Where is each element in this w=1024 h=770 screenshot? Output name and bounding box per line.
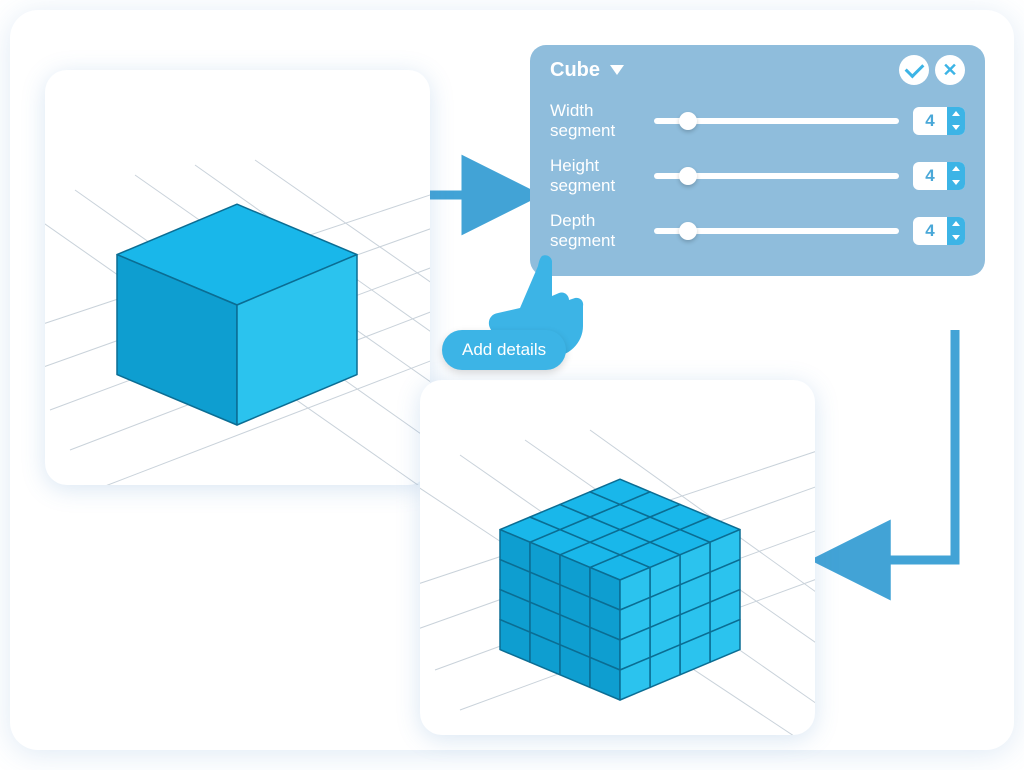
close-button[interactable] [935,55,965,85]
slider-thumb[interactable] [679,222,697,240]
param-stepper[interactable] [947,162,965,190]
param-slider[interactable] [654,173,899,179]
step-down-icon[interactable] [947,176,965,190]
confirm-button[interactable] [899,55,929,85]
param-label: Width segment [550,101,640,140]
param-slider[interactable] [654,118,899,124]
before-cube-card [45,70,430,485]
step-up-icon[interactable] [947,107,965,121]
param-stepper[interactable] [947,107,965,135]
param-value: 4 [913,162,947,190]
panel-title[interactable]: Cube [550,59,600,82]
slider-thumb[interactable] [679,167,697,185]
param-number-input[interactable]: 4 [913,107,965,135]
add-details-label: Add details [462,340,546,359]
dropdown-icon[interactable] [610,65,624,75]
param-label: Height segment [550,156,640,195]
step-up-icon[interactable] [947,162,965,176]
param-label: Depth segment [550,211,640,250]
param-number-input[interactable]: 4 [913,217,965,245]
add-details-button[interactable]: Add details [442,330,566,370]
slider-thumb[interactable] [679,112,697,130]
param-value: 4 [913,217,947,245]
param-slider[interactable] [654,228,899,234]
param-value: 4 [913,107,947,135]
param-stepper[interactable] [947,217,965,245]
param-number-input[interactable]: 4 [913,162,965,190]
step-down-icon[interactable] [947,121,965,135]
param-row: Height segment 4 [544,148,971,203]
after-cube-card [420,380,815,735]
param-row: Depth segment 4 [544,203,971,258]
step-down-icon[interactable] [947,231,965,245]
step-up-icon[interactable] [947,217,965,231]
param-row: Width segment 4 [544,93,971,148]
properties-panel: Cube Width segment4Height segment4Depth … [530,45,985,276]
